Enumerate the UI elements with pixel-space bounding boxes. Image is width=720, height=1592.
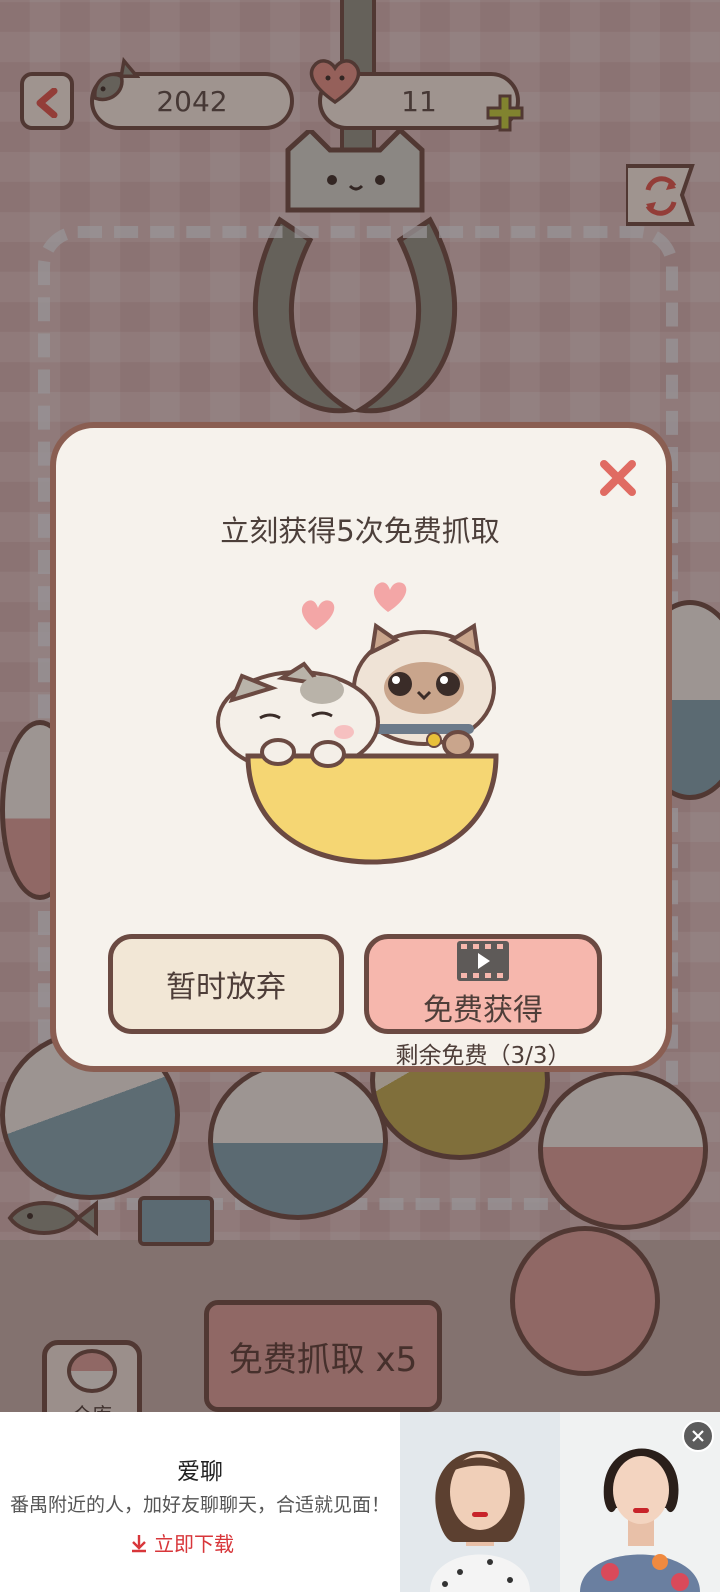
close-icon[interactable] xyxy=(596,456,640,500)
give-up-button[interactable]: 暂时放弃 xyxy=(108,934,344,1034)
ad-close-icon xyxy=(692,1430,704,1442)
ad-description: 番禺附近的人，加好友聊聊天，合适就见面！ xyxy=(9,1494,390,1516)
ad-download-link[interactable]: 立即下载 xyxy=(130,1528,270,1557)
cats-in-bowl-illustration xyxy=(216,582,499,865)
get-free-label: 免费获得 xyxy=(423,993,543,1028)
ad-close-button[interactable] xyxy=(682,1420,714,1452)
download-icon xyxy=(132,1534,146,1552)
ad-title: 爱聊 xyxy=(177,1459,223,1485)
give-up-label: 暂时放弃 xyxy=(166,970,286,1005)
ad-download-label: 立即下载 xyxy=(154,1532,234,1556)
video-icon xyxy=(457,941,509,981)
woman-portrait-image xyxy=(400,1412,560,1592)
remaining-free-count: 剩余免费（3/3） xyxy=(395,1043,571,1069)
get-free-button[interactable]: 免费获得 xyxy=(364,934,602,1034)
ad-photo-left[interactable] xyxy=(400,1412,560,1592)
dialog-title: 立刻获得5次免费抓取 xyxy=(220,514,500,548)
